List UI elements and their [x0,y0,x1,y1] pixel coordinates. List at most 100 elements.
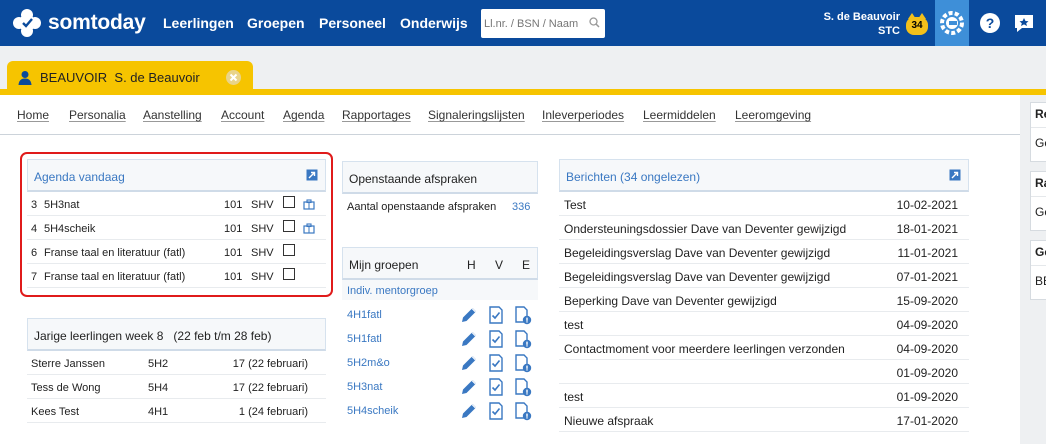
highlight-box [20,152,333,297]
close-tab-icon[interactable] [226,70,241,85]
birthday-name: Sterre Janssen [31,358,105,370]
message-row[interactable]: Begeleidingsverslag Dave van Deventer ge… [559,240,969,264]
group-name[interactable]: 5H2m&o [347,357,390,369]
message-subject: Ondersteuningsdossier Dave van Deventer … [564,222,847,236]
birthday-name: Tess de Wong [31,382,101,394]
right-card-text: BE [1031,265,1046,288]
birthdays-list: Sterre Janssen 5H2 17 (22 februari) Tess de… [27,351,326,423]
birthday-row[interactable]: Tess de Wong 5H4 17 (22 februari) [27,375,326,399]
nav-personeel[interactable]: Personeel [319,15,386,31]
birthday-class: 4H1 [148,406,169,418]
right-card-text: Ge [1031,196,1046,219]
groups-title: Mijn groepen [349,258,419,272]
subnav-leeromgeving[interactable]: Leeromgeving [735,108,811,122]
search-icon[interactable] [589,17,600,31]
group-name[interactable]: 5H4scheik [347,405,398,417]
right-card-1: Re Ge [1030,102,1046,162]
message-row[interactable]: Contactmoment voor meerdere leerlingen v… [559,336,969,360]
messages-widget: Berichten (34 ongelezen) Test 10-02-2021 O… [559,159,969,432]
help-icon[interactable]: ? [979,12,1001,34]
switch-role-button[interactable] [935,0,969,46]
nav-groepen[interactable]: Groepen [247,15,305,31]
message-row[interactable]: Test 10-02-2021 [559,192,969,216]
birthday-row[interactable]: Sterre Janssen 5H2 17 (22 februari) [27,351,326,375]
group-name[interactable]: 5H1fatl [347,333,382,345]
message-date: 15-09-2020 [896,294,958,308]
subnav-rapportages[interactable]: Rapportages [342,108,411,122]
message-subject: Beperking Dave van Deventer gewijzigd [564,294,777,308]
groups-header: Mijn groepen H V E [342,247,538,280]
search-input[interactable] [484,10,588,37]
message-subject: test [564,318,584,332]
mentor-group-row: Indiv. mentorgroep [342,280,538,300]
message-subject: Test [564,198,587,212]
appointments-title: Openstaande afspraken [349,172,478,186]
birthdays-widget: Jarige leerlingen week 8 (22 feb t/m 28 … [27,318,326,423]
subnav-aanstelling[interactable]: Aanstelling [143,108,202,122]
message-date: 18-01-2021 [896,222,958,236]
message-date: 10-02-2021 [896,198,958,212]
birthdays-header: Jarige leerlingen week 8 (22 feb t/m 28 … [27,318,326,351]
subnav-signaleringslijsten[interactable]: Signaleringslijsten [428,108,525,122]
feedback-icon[interactable] [1013,12,1035,34]
message-date: 01-09-2020 [896,390,958,404]
search-box [481,9,605,38]
subnav-leermiddelen[interactable]: Leermiddelen [643,108,716,122]
messages-title[interactable]: Berichten (34 ongelezen) [566,170,700,184]
pencil-icon[interactable] [459,401,479,424]
birthday-class: 5H4 [148,382,169,394]
message-date: 04-09-2020 [896,342,958,356]
appointments-count[interactable]: 336 [512,201,530,213]
message-row[interactable]: Begeleidingsverslag Dave van Deventer ge… [559,264,969,288]
notification-badge[interactable]: 34 [906,13,928,35]
tab-label: BEAUVOIR S. de Beauvoir [40,70,200,85]
message-row[interactable]: test 01-09-2020 [559,384,969,408]
subnav-home[interactable]: Home [17,108,49,122]
message-row[interactable]: Beperking Dave van Deventer gewijzigd 15-… [559,288,969,312]
checklist-icon[interactable] [488,401,504,424]
message-row[interactable]: Ondersteuningsdossier Dave van Deventer … [559,216,969,240]
appointments-label: Aantal openstaande afspraken [347,201,497,213]
notification-count: 34 [911,20,923,31]
mentor-group-label[interactable]: Indiv. mentorgroep [347,285,438,297]
user-info[interactable]: S. de Beauvoir STC [824,10,900,38]
groups-col-v: V [495,258,504,272]
nav-onderwijs[interactable]: Onderwijs [400,15,468,31]
message-row[interactable]: 01-09-2020 [559,360,969,384]
messages-list: Test 10-02-2021 Ondersteuningsdossier Dave… [559,192,969,432]
message-date: 17-01-2020 [896,414,958,428]
birthday-date: 17 (22 februari) [232,382,308,394]
message-row[interactable]: Nieuwe afspraak 17-01-2020 [559,408,969,432]
group-row: 5H2m&o [342,348,538,373]
subnav-account[interactable]: Account [221,108,264,122]
group-name[interactable]: 5H3nat [347,381,382,393]
svg-text:?: ? [986,15,995,31]
right-card-2: Ra Ge [1030,171,1046,231]
appointments-widget: Openstaande afspraken Aantal openstaande… [342,161,538,218]
message-date: 04-09-2020 [896,318,958,332]
birthday-row[interactable]: Kees Test 4H1 1 (24 februari) [27,399,326,423]
birthday-date: 17 (22 februari) [232,358,308,370]
user-name: S. de Beauvoir [823,11,900,23]
message-date: 07-01-2021 [896,270,958,284]
message-subject: test [564,390,584,404]
nav-leerlingen[interactable]: Leerlingen [163,15,234,31]
subnav-personalia[interactable]: Personalia [69,108,126,122]
top-navigation-bar: somtoday Leerlingen Groepen Personeel On… [0,0,1046,46]
messages-header: Berichten (34 ongelezen) [559,159,969,192]
somtoday-logo-icon [12,8,42,38]
right-card-3: Ge BE [1030,240,1046,300]
somtoday-logo[interactable]: somtoday [12,8,146,38]
subnav-inleverperiodes[interactable]: Inleverperiodes [542,108,624,122]
group-name[interactable]: 4H1fatl [347,309,382,321]
document-info-icon[interactable] [514,401,532,424]
birthday-name: Kees Test [31,406,80,418]
message-date: 01-09-2020 [896,366,958,380]
message-date: 11-01-2021 [897,246,959,260]
groups-list: 4H1fatl 5H1fatl 5H2m&o 5H3nat 5H4scheik [342,300,538,421]
groups-col-h: H [467,258,476,272]
message-row[interactable]: test 04-09-2020 [559,312,969,336]
gear-icon [940,11,964,35]
external-link-icon[interactable] [949,169,961,184]
subnav-agenda[interactable]: Agenda [283,108,324,122]
